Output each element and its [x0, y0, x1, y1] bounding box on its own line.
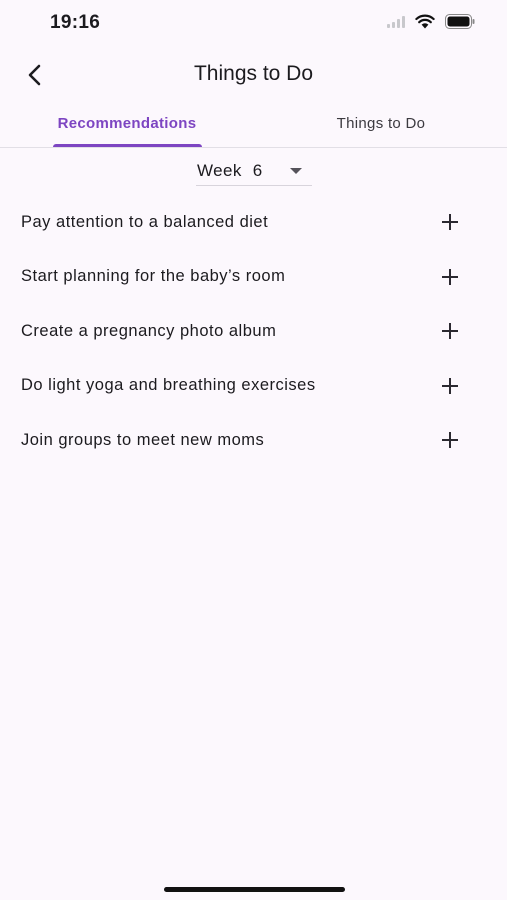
list-item: Start planning for the baby’s room [0, 250, 507, 305]
wifi-icon [415, 14, 435, 29]
list-item-text: Do light yoga and breathing exercises [21, 376, 316, 395]
add-button[interactable] [437, 373, 463, 399]
plus-icon [442, 377, 458, 394]
status-icons [387, 14, 475, 29]
tab-recommendations[interactable]: Recommendations [44, 106, 210, 148]
dropdown-arrow-icon [290, 168, 302, 174]
plus-icon [442, 268, 458, 285]
week-label: Week [197, 160, 242, 180]
list-item: Do light yoga and breathing exercises [0, 359, 507, 414]
list-item-text: Join groups to meet new moms [21, 430, 265, 449]
week-value: 6 [252, 160, 263, 180]
tab-indicator [53, 144, 202, 147]
list-item-text: Pay attention to a balanced diet [21, 212, 269, 231]
list-item-text: Create a pregnancy photo album [21, 321, 277, 340]
list-item: Create a pregnancy photo album [0, 304, 507, 359]
list-item: Pay attention to a balanced diet [0, 195, 507, 250]
week-dropdown[interactable]: Week 6 [196, 156, 312, 186]
status-time: 19:16 [50, 12, 101, 33]
tab-things-to-do[interactable]: Things to Do [300, 106, 462, 148]
signal-icon [387, 15, 405, 28]
plus-icon [442, 323, 458, 339]
plus-icon [442, 432, 458, 448]
recommendation-list: Pay attention to a balanced diet Start p… [0, 195, 507, 468]
page-title: Things to Do [193, 62, 314, 85]
add-button[interactable] [437, 318, 463, 344]
status-bar: 19:16 [0, 0, 507, 48]
add-button[interactable] [437, 427, 463, 453]
tab-bar: Recommendations Things to Do [0, 106, 507, 148]
plus-icon [442, 214, 458, 230]
app-bar: Things to Do [0, 50, 507, 100]
list-item-text: Start planning for the baby’s room [21, 267, 286, 286]
add-button[interactable] [437, 209, 463, 235]
battery-icon [445, 14, 475, 29]
home-indicator[interactable] [164, 887, 345, 892]
list-item: Join groups to meet new moms [0, 413, 507, 468]
add-button[interactable] [437, 264, 463, 290]
